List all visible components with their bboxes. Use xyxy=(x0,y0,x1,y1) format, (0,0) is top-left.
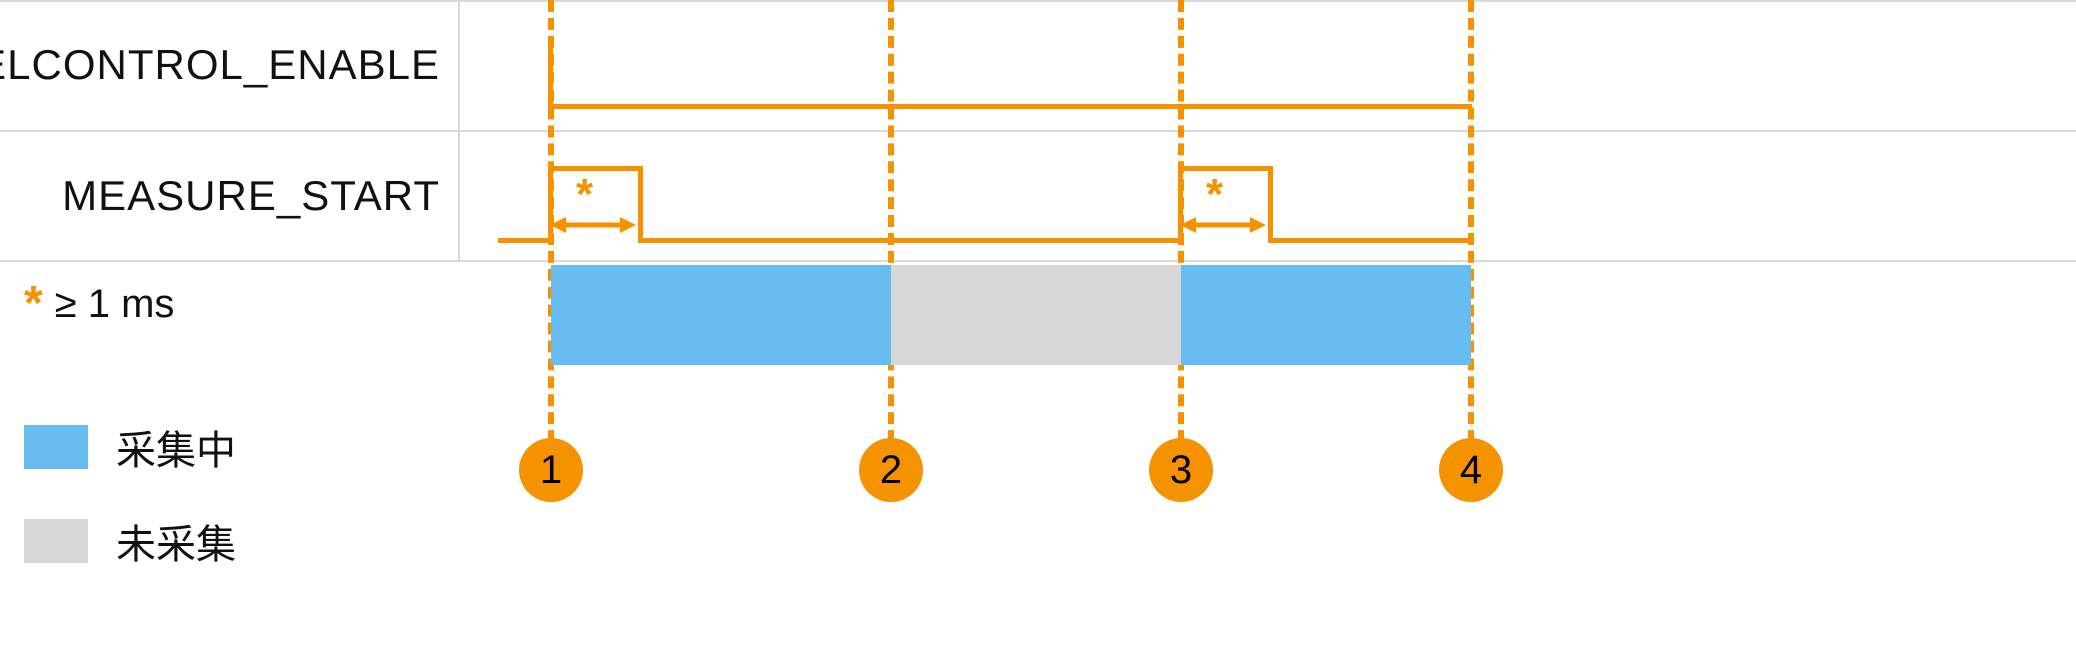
legend-label-collecting: 采集中 xyxy=(116,418,236,476)
timepoint-1: 1 xyxy=(519,438,583,502)
signal-measure-start-low-mid xyxy=(638,238,1178,243)
legend-footnote: * ≥ 1 ms xyxy=(24,280,236,328)
signal-label-levelcontrol-enable: LEVELCONTROL_ENABLE xyxy=(0,0,458,130)
bar-not-collecting xyxy=(891,265,1181,365)
legend-row-not-collecting: 未采集 xyxy=(24,512,236,570)
timepoint-label: 3 xyxy=(1170,448,1192,493)
legend-row-collecting: 采集中 xyxy=(24,418,236,476)
timepoint-label: 1 xyxy=(540,448,562,493)
timepoint-2: 2 xyxy=(859,438,923,502)
legend-label-not-collecting: 未采集 xyxy=(116,512,236,570)
signal-measure-start-pulse2-fall xyxy=(1268,166,1273,238)
pulse-arrow-2 xyxy=(1180,212,1266,238)
swatch-not-collecting xyxy=(24,519,88,563)
timepoint-4: 4 xyxy=(1439,438,1503,502)
timeline-area: * * 1 2 3 4 xyxy=(458,0,2076,672)
timepoint-label: 2 xyxy=(880,448,902,493)
signal-measure-start-pulse1-fall xyxy=(638,166,643,238)
legend-footnote-text: ≥ 1 ms xyxy=(55,282,175,327)
bar-collecting-1 xyxy=(551,265,891,365)
signal-measure-start-low-post xyxy=(1268,238,1472,243)
timepoint-3: 3 xyxy=(1149,438,1213,502)
legend: * ≥ 1 ms 采集中 未采集 xyxy=(24,280,236,570)
time-guide-2 xyxy=(888,0,894,460)
time-guide-4 xyxy=(1468,0,1474,460)
signal-label-measure-start: MEASURE_START xyxy=(0,130,458,262)
pulse-arrow-1 xyxy=(550,212,636,238)
signal-levelcontrol-rise xyxy=(548,36,553,106)
timepoint-label: 4 xyxy=(1460,448,1482,493)
signal-levelcontrol-enable-line xyxy=(548,104,1472,109)
signal-measure-start-low-pre xyxy=(498,238,548,243)
bar-collecting-2 xyxy=(1181,265,1471,365)
swatch-collecting xyxy=(24,425,88,469)
asterisk-icon: * xyxy=(24,280,43,328)
